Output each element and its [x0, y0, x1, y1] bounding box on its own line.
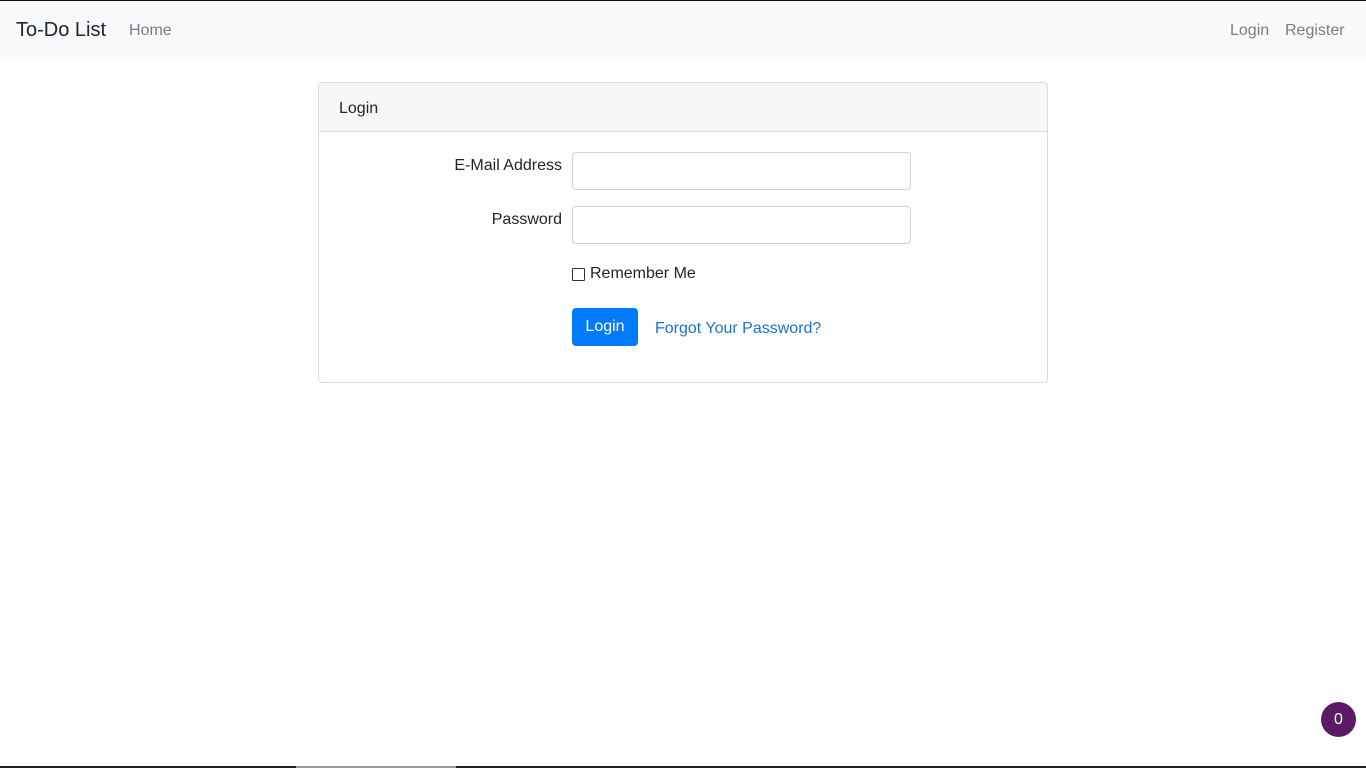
navbar: To-Do List Home Login Register	[0, 1, 1366, 57]
remember-me-checkbox[interactable]	[572, 267, 585, 281]
nav-login-link[interactable]: Login	[1230, 21, 1269, 41]
password-label: Password	[491, 211, 562, 228]
remember-me-label[interactable]: Remember Me	[590, 264, 696, 284]
email-label: E-Mail Address	[454, 157, 562, 174]
remember-me-row: Remember Me	[572, 264, 696, 284]
navbar-brand[interactable]: To-Do List	[16, 18, 106, 42]
forgot-password-link[interactable]: Forgot Your Password?	[655, 319, 821, 339]
password-field[interactable]	[572, 206, 911, 244]
email-field[interactable]	[572, 152, 911, 190]
page: To-Do List Home Login Register Login E-M…	[0, 0, 1366, 768]
card-header: Login	[319, 83, 1047, 132]
login-button[interactable]: Login	[572, 308, 638, 346]
nav-register-link[interactable]: Register	[1285, 21, 1345, 41]
notification-badge[interactable]: 0	[1321, 702, 1356, 737]
login-card: Login E-Mail Address Password Remember M…	[318, 82, 1048, 383]
nav-home-link[interactable]: Home	[129, 21, 172, 41]
